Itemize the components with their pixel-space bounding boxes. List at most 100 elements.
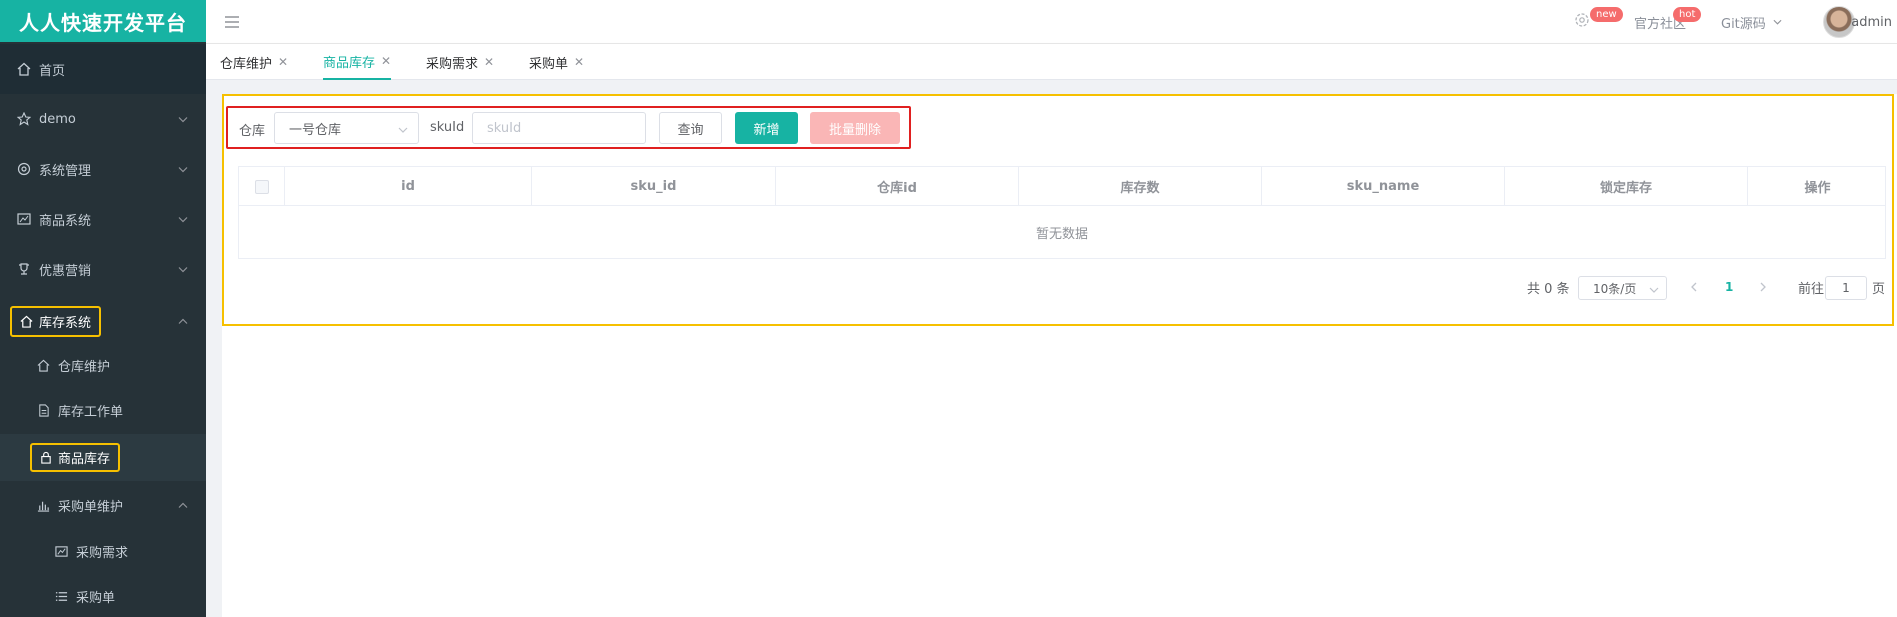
chevron-down-icon <box>178 262 188 277</box>
avatar[interactable] <box>1823 6 1855 38</box>
sidebar-item-label: 优惠营销 <box>39 263 92 279</box>
tab-label: 采购单 <box>529 56 569 72</box>
user-menu[interactable]: admin <box>1851 0 1892 44</box>
sidebar-item-home[interactable]: 首页 <box>0 44 206 94</box>
sidebar-item-product[interactable]: 商品系统 <box>0 194 206 244</box>
page-number-current[interactable]: 1 <box>1725 275 1733 299</box>
bar-chart-icon <box>36 498 50 512</box>
tab-label: 仓库维护 <box>220 56 273 72</box>
close-icon[interactable]: ✕ <box>574 55 584 69</box>
column-header-id[interactable]: id <box>285 167 532 206</box>
trophy-icon <box>17 262 31 276</box>
sidebar-item-system[interactable]: 系统管理 <box>0 144 206 194</box>
sidebar-item-coupon[interactable]: 优惠营销 <box>0 244 206 294</box>
home-icon <box>20 315 33 328</box>
git-source-menu[interactable]: Git源码 <box>1721 0 1782 44</box>
document-icon <box>36 404 50 418</box>
sidebar-item-label: 采购单 <box>76 591 116 606</box>
sidebar-item-label: 仓库维护 <box>58 360 111 375</box>
sidebar-item-demo[interactable]: demo <box>0 94 206 144</box>
sidebar-item-label: 首页 <box>39 63 66 79</box>
close-icon[interactable]: ✕ <box>381 54 391 68</box>
warehouse-select-value: 一号仓库 <box>289 122 342 138</box>
sku-id-input[interactable] <box>472 112 646 144</box>
settings-button[interactable] <box>1574 0 1590 44</box>
hamburger-icon[interactable] <box>224 15 240 33</box>
column-header-warehouse-id[interactable]: 仓库id <box>776 167 1019 206</box>
tab-warehouse[interactable]: 仓库维护 ✕ <box>220 44 288 80</box>
app-title: 人人快速开发平台 <box>0 0 206 42</box>
select-all-cell <box>239 167 285 206</box>
top-header: new 官方社区 hot Git源码 admin <box>206 0 1897 44</box>
sidebar-item-label: 商品库存 <box>58 452 111 467</box>
chevron-left-icon <box>1691 282 1697 292</box>
tab-purchase-demand[interactable]: 采购需求 ✕ <box>426 44 494 80</box>
column-header-stock[interactable]: 库存数 <box>1019 167 1262 206</box>
page-size-value: 10条/页 <box>1593 281 1637 296</box>
stock-table: id sku_id 仓库id 库存数 sku_name 锁定库存 操作 暂无数据 <box>238 166 1886 259</box>
hot-badge: hot <box>1673 7 1702 22</box>
sidebar-item-label: demo <box>39 111 76 127</box>
sidebar-item-label: 系统管理 <box>39 163 92 179</box>
goto-page-input[interactable]: 1 <box>1825 276 1867 300</box>
chevron-up-icon <box>178 314 188 329</box>
sidebar-item-purchase-order[interactable]: 采购单 <box>0 574 206 617</box>
column-header-actions: 操作 <box>1804 181 1831 196</box>
sidebar-item-label: 商品系统 <box>39 213 92 229</box>
page-size-select[interactable]: 10条/页 <box>1578 276 1667 300</box>
sidebar-item-purchase-demand[interactable]: 采购需求 <box>0 529 206 574</box>
warehouse-select[interactable]: 一号仓库 <box>274 112 419 144</box>
sidebar-item-product-stock-highlight: 商品库存 <box>30 443 121 472</box>
chevron-up-icon <box>178 498 188 513</box>
chevron-down-icon <box>1773 19 1782 25</box>
tab-product-stock[interactable]: 商品库存 ✕ <box>323 44 392 80</box>
sidebar-item-purchase[interactable]: 采购单维护 <box>0 481 206 529</box>
pagination-total: 共 0 条 <box>1527 281 1570 297</box>
column-header-sku-id[interactable]: sku_id <box>532 167 776 206</box>
table-header: id sku_id 仓库id 库存数 sku_name 锁定库存 操作 <box>239 167 1885 206</box>
user-name: admin <box>1851 14 1892 30</box>
chevron-down-icon <box>178 162 188 177</box>
sidebar-item-product-stock[interactable]: 商品库存 <box>0 434 206 481</box>
git-label: Git源码 <box>1721 16 1766 32</box>
empty-state: 暂无数据 <box>1035 227 1088 242</box>
sidebar-item-label: 库存系统 <box>39 315 92 331</box>
batch-delete-button[interactable]: 批量删除 <box>810 112 900 144</box>
close-icon[interactable]: ✕ <box>278 55 288 69</box>
sidebar-item-label: 采购单维护 <box>58 499 124 515</box>
list-icon <box>54 590 68 604</box>
home-icon <box>36 359 50 373</box>
add-button[interactable]: 新增 <box>735 112 798 144</box>
sidebar-item-warehouse[interactable]: 仓库维护 <box>0 343 206 388</box>
sidebar-item-label: 采购需求 <box>76 546 129 561</box>
next-page-button[interactable] <box>1760 275 1767 299</box>
tab-bar: 仓库维护 ✕ 商品库存 ✕ 采购需求 ✕ 采购单 ✕ <box>206 44 1897 80</box>
goto-label: 前往 <box>1798 281 1825 297</box>
gear-icon <box>17 162 31 176</box>
tab-label: 采购需求 <box>426 56 479 72</box>
page-suffix: 页 <box>1872 281 1886 297</box>
chevron-down-icon <box>178 112 188 127</box>
gear-icon <box>1574 12 1590 32</box>
prev-page-button[interactable] <box>1690 275 1697 299</box>
select-all-checkbox[interactable] <box>254 179 269 194</box>
tab-label: 商品库存 <box>323 55 376 71</box>
sidebar: 人人快速开发平台 首页 demo 系统管理 商品系统 优惠营销 库存系统 仓库维… <box>0 0 206 617</box>
close-icon[interactable]: ✕ <box>484 55 494 69</box>
query-button[interactable]: 查询 <box>659 112 722 144</box>
image-icon <box>54 545 68 559</box>
column-header-sku-name[interactable]: sku_name <box>1262 167 1505 206</box>
sidebar-item-inventory-highlight: 库存系统 <box>10 305 102 337</box>
sidebar-item-inventory[interactable]: 库存系统 <box>0 297 206 345</box>
star-icon <box>17 112 31 126</box>
tab-purchase-order[interactable]: 采购单 ✕ <box>529 44 584 80</box>
home-icon <box>17 62 31 76</box>
sidebar-item-stock-task[interactable]: 库存工作单 <box>0 388 206 433</box>
chevron-down-icon <box>178 212 188 227</box>
column-header-locked-stock[interactable]: 锁定库存 <box>1505 167 1748 206</box>
chevron-right-icon <box>1760 282 1766 292</box>
image-icon <box>17 212 31 226</box>
warehouse-label: 仓库 <box>239 124 266 139</box>
chevron-down-icon <box>1649 282 1659 296</box>
lock-icon <box>40 451 52 464</box>
